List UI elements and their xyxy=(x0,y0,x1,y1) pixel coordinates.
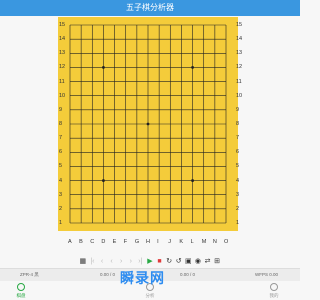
next-step-icon[interactable]: › xyxy=(116,257,126,267)
tab-right[interactable]: 我的 xyxy=(262,283,286,299)
col-label: G xyxy=(134,239,140,245)
col-label: J xyxy=(168,239,172,245)
app-title: 五子棋分析器 xyxy=(126,3,174,12)
tab-right-label: 我的 xyxy=(269,293,279,298)
document-icon[interactable]: ▦ xyxy=(78,257,88,267)
row-label-right: 3 xyxy=(236,191,240,198)
refresh-icon[interactable]: ↻ xyxy=(164,257,174,267)
toolbar: ▦ |‹ ‹ ‹ › › ›| ▶ ■ ↻ ↺ ▣ ◉ ⇄ ⊞ xyxy=(78,257,222,267)
row-label-left: 1 xyxy=(59,220,63,226)
row-label-left: 2 xyxy=(59,205,63,212)
star-point xyxy=(146,122,150,126)
go-board[interactable] xyxy=(58,17,238,231)
row-label-left: 6 xyxy=(59,149,63,156)
row-label-right: 4 xyxy=(236,177,240,184)
row-label-left: 9 xyxy=(59,106,63,113)
row-label-left: 4 xyxy=(59,177,63,184)
col-label: B xyxy=(79,239,83,245)
row-label-right: 13 xyxy=(236,50,243,57)
row-label-right: 14 xyxy=(236,36,243,43)
status-center: 0.00 / 0 xyxy=(100,272,116,277)
stop-icon[interactable]: ■ xyxy=(155,257,165,267)
row-label-left: 12 xyxy=(59,64,66,71)
col-label: N xyxy=(212,239,217,245)
row-label-right: 6 xyxy=(236,149,240,156)
row-label-left: 13 xyxy=(59,50,66,57)
tab-center-label: 分析 xyxy=(145,293,155,298)
row-label-right: 2 xyxy=(236,205,240,212)
star-point xyxy=(102,66,105,69)
first-icon[interactable]: |‹ xyxy=(88,257,98,267)
col-label: I xyxy=(157,239,159,245)
title-bar: 五子棋分析器 xyxy=(0,0,300,16)
row-label-right: 15 xyxy=(236,22,243,28)
col-label: M xyxy=(201,239,207,245)
row-label-right: 11 xyxy=(236,78,242,85)
col-label: C xyxy=(90,239,95,245)
tab-home[interactable]: 棋盘 xyxy=(9,283,33,299)
row-label-right: 5 xyxy=(236,163,240,170)
row-label-left: 5 xyxy=(59,163,63,170)
col-label: A xyxy=(68,239,72,245)
col-label: L xyxy=(190,239,194,245)
star-point xyxy=(191,179,194,182)
row-label-left: 8 xyxy=(59,121,63,127)
profile-icon xyxy=(270,283,278,291)
row-label-right: 7 xyxy=(236,135,240,142)
row-label-right: 8 xyxy=(236,121,240,127)
status-right: 0.00 / 0 xyxy=(180,272,196,277)
replay-icon[interactable]: ↺ xyxy=(174,257,184,267)
row-label-right: 12 xyxy=(236,64,243,71)
row-label-left: 3 xyxy=(59,191,63,198)
play-icon[interactable]: ▶ xyxy=(145,257,155,267)
col-label: O xyxy=(224,239,229,245)
board-icon xyxy=(17,283,25,291)
col-label: H xyxy=(146,239,150,245)
prev-icon[interactable]: ‹ xyxy=(97,257,107,267)
next-icon[interactable]: › xyxy=(126,257,136,267)
swap-icon[interactable]: ⇄ xyxy=(203,257,213,267)
row-label-left: 15 xyxy=(59,22,66,28)
settings-icon[interactable]: ⊞ xyxy=(212,257,222,267)
star-point xyxy=(102,179,105,182)
prev-step-icon[interactable]: ‹ xyxy=(107,257,117,267)
info-icon[interactable]: ◉ xyxy=(193,257,203,267)
status-left: ZPR-4 黑 xyxy=(20,272,39,277)
col-label: D xyxy=(101,239,106,245)
status-far-right: WFPS 0.00 xyxy=(255,272,279,277)
star-point xyxy=(191,66,194,69)
row-label-right: 9 xyxy=(236,106,240,113)
board-grid[interactable] xyxy=(58,17,238,231)
row-label-left: 7 xyxy=(59,135,63,142)
last-icon[interactable]: ›| xyxy=(136,257,146,267)
image-icon[interactable]: ▣ xyxy=(184,257,194,267)
tab-home-label: 棋盘 xyxy=(16,293,26,298)
row-label-left: 11 xyxy=(59,78,65,85)
row-label-left: 14 xyxy=(59,36,66,43)
row-label-left: 10 xyxy=(59,92,66,99)
row-label-right: 10 xyxy=(236,92,243,99)
col-label: K xyxy=(179,239,184,245)
col-label: E xyxy=(112,239,117,245)
col-label: F xyxy=(123,239,128,245)
watermark: 瞬录网 xyxy=(120,270,165,286)
row-label-right: 1 xyxy=(236,220,240,226)
